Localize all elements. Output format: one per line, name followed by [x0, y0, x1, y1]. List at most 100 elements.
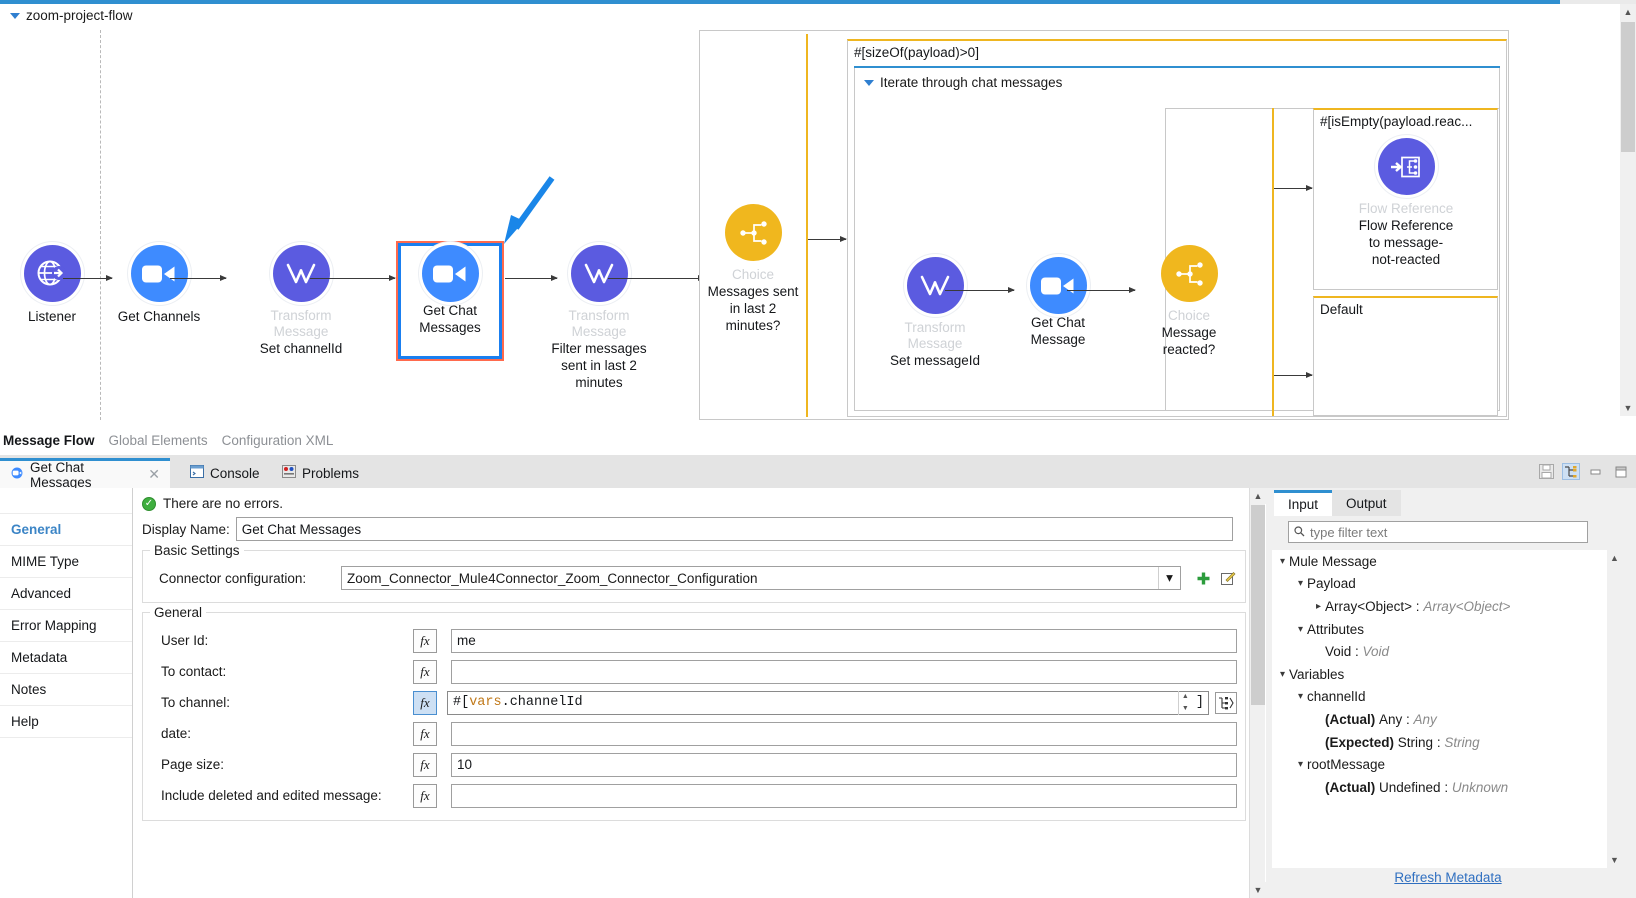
edit-config-button[interactable] — [1220, 570, 1237, 587]
tree-item-rootmessage[interactable]: ▾ rootMessage — [1272, 753, 1622, 776]
properties-sidebar[interactable]: General MIME Type Advanced Error Mapping… — [0, 488, 133, 898]
user-id-fx-toggle[interactable]: fx — [413, 628, 437, 653]
expression-spinner[interactable]: ▲ ▼ — [1177, 690, 1192, 715]
node-choice-messages-sent[interactable]: Choice Messages sent in last 2 minutes? — [698, 204, 808, 334]
scroll-down-arrow-icon[interactable]: ▼ — [1607, 852, 1622, 868]
metadata-tabs[interactable]: Input Output — [1274, 490, 1401, 516]
flow-title[interactable]: zoom-project-flow — [10, 8, 133, 23]
default-route-container[interactable]: Default — [1313, 296, 1498, 416]
sidebar-item-notes[interactable]: Notes — [0, 674, 132, 706]
foreach-scope-container[interactable]: Iterate through chat messages Transform … — [854, 68, 1500, 416]
inner-when-route-container[interactable]: #[isEmpty(payload.reac... Flow Reference… — [1313, 108, 1498, 290]
tab-global-elements[interactable]: Global Elements — [109, 433, 208, 448]
page-size-fx-toggle[interactable]: fx — [413, 752, 437, 777]
tree-item-array-object[interactable]: ▸ Array<Object> : Array<Object> — [1272, 595, 1622, 618]
tab-get-chat-messages[interactable]: Get Chat Messages ✕ — [0, 458, 170, 490]
tab-configuration-xml[interactable]: Configuration XML — [222, 433, 334, 448]
minimize-icon[interactable] — [1587, 463, 1605, 480]
tab-problems[interactable]: Problems — [272, 458, 372, 488]
form-vertical-scrollbar[interactable]: ▲ ▼ — [1249, 488, 1266, 898]
tree-item-rootmessage-actual[interactable]: (Actual) Undefined : Unknown — [1272, 776, 1622, 799]
scrollbar-thumb[interactable] — [1621, 22, 1635, 152]
connector-config-select[interactable]: Zoom_Connector_Mule4Connector_Zoom_Conne… — [341, 566, 1181, 590]
tree-item-channelid-actual[interactable]: (Actual) Any : Any — [1272, 708, 1622, 731]
node-transform-filter-messages[interactable]: Transform Message Filter messages sent i… — [544, 245, 654, 391]
tree-item-channelid[interactable]: ▾ channelId — [1272, 686, 1622, 709]
tab-console[interactable]: Console — [180, 458, 270, 488]
tree-item-attributes[interactable]: ▾ Attributes — [1272, 618, 1622, 641]
scroll-down-arrow-icon[interactable]: ▼ — [1620, 400, 1636, 416]
close-icon[interactable]: ✕ — [148, 466, 160, 483]
chevron-down-icon[interactable]: ▾ — [1294, 691, 1307, 702]
tab-input[interactable]: Input — [1274, 490, 1333, 516]
connector-arrow — [1274, 371, 1313, 378]
tree-item-mule-message[interactable]: ▾ Mule Message — [1272, 550, 1622, 573]
metadata-tree-scrollbar[interactable]: ▲ ▼ — [1607, 550, 1622, 868]
node-transform-set-messageid[interactable]: Transform Message Set messageId — [880, 257, 990, 369]
collapse-triangle-icon[interactable] — [864, 79, 874, 86]
scroll-up-arrow-icon[interactable]: ▲ — [1607, 550, 1622, 566]
chevron-down-icon[interactable]: ▾ — [1276, 669, 1289, 680]
to-channel-expression-input[interactable]: #[ vars .channelId ▲ ▼ ] — [447, 690, 1209, 715]
node-choice-message-reacted[interactable]: Choice Message reacted? — [1134, 245, 1244, 358]
tab-label: Console — [210, 465, 260, 481]
chevron-down-icon[interactable]: ▾ — [1276, 556, 1289, 567]
user-id-input[interactable]: me — [451, 628, 1237, 653]
node-transform-set-channelid[interactable]: Transform Message Set channelId — [246, 245, 356, 357]
to-contact-fx-toggle[interactable]: fx — [413, 659, 437, 684]
connector-config-value: Zoom_Connector_Mule4Connector_Zoom_Conne… — [347, 570, 758, 586]
sidebar-item-advanced[interactable]: Advanced — [0, 578, 132, 610]
display-name-input[interactable]: Get Chat Messages — [235, 517, 1233, 541]
sidebar-item-mime-type[interactable]: MIME Type — [0, 546, 132, 578]
sidebar-item-error-mapping[interactable]: Error Mapping — [0, 610, 132, 642]
include-deleted-input[interactable] — [451, 783, 1237, 808]
flow-canvas[interactable]: zoom-project-flow Listener Get Channels … — [0, 0, 1636, 425]
link-tree-icon[interactable] — [1562, 463, 1580, 480]
properties-panel: Get Chat Messages ✕ Console Problems Gen… — [0, 455, 1636, 898]
chevron-down-icon[interactable]: ▾ — [1158, 567, 1180, 589]
connector-arrow — [608, 274, 705, 281]
tab-message-flow[interactable]: Message Flow — [3, 433, 95, 448]
metadata-tree[interactable]: ▾ Mule Message ▾ Payload ▸ Array<Object>… — [1272, 550, 1622, 868]
scrollbar-thumb[interactable] — [1251, 505, 1265, 705]
dataweave-editor-button[interactable] — [1215, 691, 1237, 714]
expression-suffix: ] — [1195, 695, 1204, 710]
node-listener[interactable]: Listener — [0, 245, 107, 325]
chevron-down-icon[interactable]: ▾ — [1294, 759, 1307, 770]
when-route-container[interactable]: #[sizeOf(payload)>0] Iterate through cha… — [847, 39, 1507, 417]
date-input[interactable] — [451, 721, 1237, 746]
sidebar-item-general[interactable]: General — [0, 514, 132, 546]
date-fx-toggle[interactable]: fx — [413, 721, 437, 746]
sidebar-item-metadata[interactable]: Metadata — [0, 642, 132, 674]
editor-view-tabs[interactable]: Message Flow Global Elements Configurati… — [0, 427, 1636, 453]
node-get-chat-messages[interactable]: Get Chat Messages — [395, 245, 505, 336]
scroll-up-arrow-icon[interactable]: ▲ — [1250, 488, 1266, 504]
scroll-down-arrow-icon[interactable]: ▼ — [1250, 882, 1266, 898]
node-flow-reference[interactable]: Flow Reference Flow Reference to message… — [1351, 138, 1461, 268]
node-get-chat-message[interactable]: Get Chat Message — [1003, 257, 1113, 348]
node-get-channels[interactable]: Get Channels — [104, 245, 214, 325]
tree-item-variables[interactable]: ▾ Variables — [1272, 663, 1622, 686]
chevron-right-icon[interactable]: ▸ — [1312, 601, 1325, 612]
page-size-input[interactable]: 10 — [451, 752, 1237, 777]
canvas-vertical-scrollbar[interactable]: ▲ ▼ — [1620, 4, 1636, 416]
scroll-up-arrow-icon[interactable]: ▲ — [1620, 4, 1636, 20]
save-icon[interactable] — [1537, 463, 1555, 480]
tree-item-payload[interactable]: ▾ Payload — [1272, 573, 1622, 596]
collapse-triangle-icon[interactable] — [10, 12, 20, 19]
sidebar-item-help[interactable]: Help — [0, 706, 132, 738]
refresh-metadata-link[interactable]: Refresh Metadata — [1394, 870, 1501, 885]
tab-output[interactable]: Output — [1332, 490, 1401, 516]
add-config-button[interactable] — [1195, 570, 1212, 587]
to-channel-fx-toggle[interactable]: fx — [413, 690, 437, 715]
chevron-down-icon[interactable]: ▾ — [1294, 624, 1307, 635]
tree-item-void[interactable]: Void : Void — [1272, 640, 1622, 663]
tree-item-type: Any — [1413, 711, 1437, 727]
metadata-filter-input[interactable]: type filter text — [1288, 521, 1588, 543]
maximize-icon[interactable] — [1612, 463, 1630, 480]
foreach-title[interactable]: Iterate through chat messages — [864, 75, 1062, 90]
chevron-down-icon[interactable]: ▾ — [1294, 578, 1307, 589]
tree-item-channelid-expected[interactable]: (Expected) String : String — [1272, 731, 1622, 754]
include-deleted-fx-toggle[interactable]: fx — [413, 783, 437, 808]
to-contact-input[interactable] — [451, 659, 1237, 684]
